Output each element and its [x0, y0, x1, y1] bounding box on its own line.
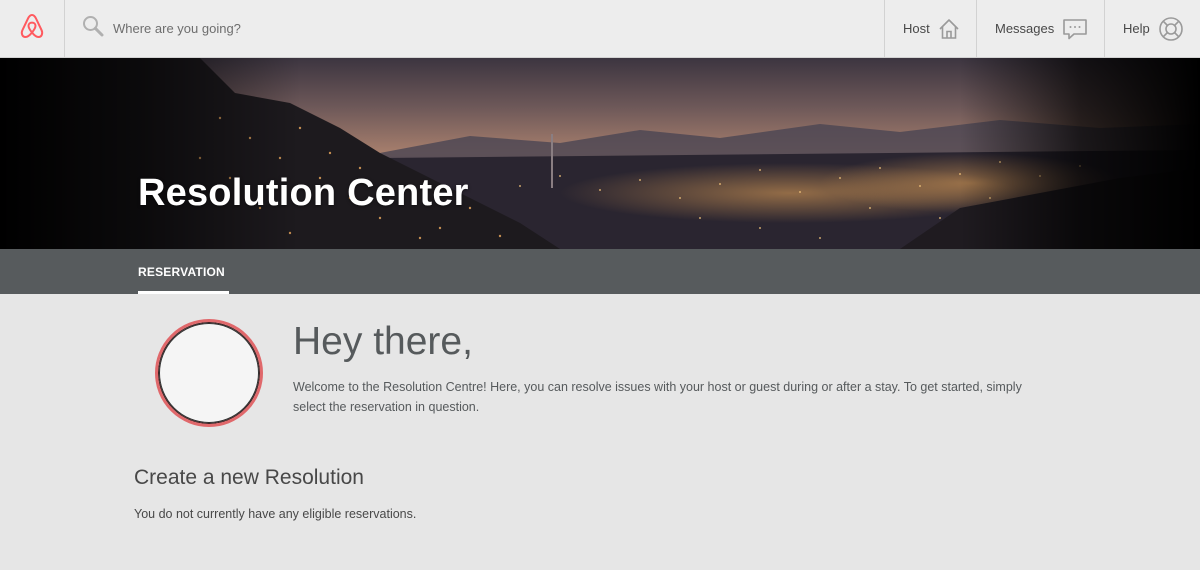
search-input[interactable]: [113, 21, 533, 36]
avatar: [155, 319, 263, 427]
section-title: Create a new Resolution: [134, 466, 364, 489]
search-bar[interactable]: [65, 0, 884, 57]
host-link[interactable]: Host: [884, 0, 976, 57]
help-label: Help: [1123, 21, 1150, 36]
greeting-heading: Hey there,: [293, 320, 473, 363]
welcome-text: Welcome to the Resolution Centre! Here, …: [293, 380, 1022, 414]
hero-banner: Resolution Center: [0, 58, 1200, 249]
lifebuoy-icon: [1158, 16, 1184, 42]
city-night-image: [0, 58, 1200, 249]
top-navigation: Host Messages Help: [0, 0, 1200, 58]
house-icon: [938, 18, 960, 40]
help-link[interactable]: Help: [1104, 0, 1200, 57]
tab-reservation[interactable]: RESERVATION: [138, 249, 229, 294]
chat-bubble-icon: [1062, 18, 1088, 40]
host-label: Host: [903, 21, 930, 36]
logo-link[interactable]: [0, 0, 65, 57]
messages-link[interactable]: Messages: [976, 0, 1104, 57]
messages-label: Messages: [995, 21, 1055, 36]
airbnb-logo-icon: [19, 12, 45, 45]
search-icon: [81, 14, 105, 43]
sub-navigation: RESERVATION: [0, 249, 1200, 294]
page-title: Resolution Center: [138, 172, 469, 214]
empty-state-text: You do not currently have any eligible r…: [134, 507, 417, 521]
